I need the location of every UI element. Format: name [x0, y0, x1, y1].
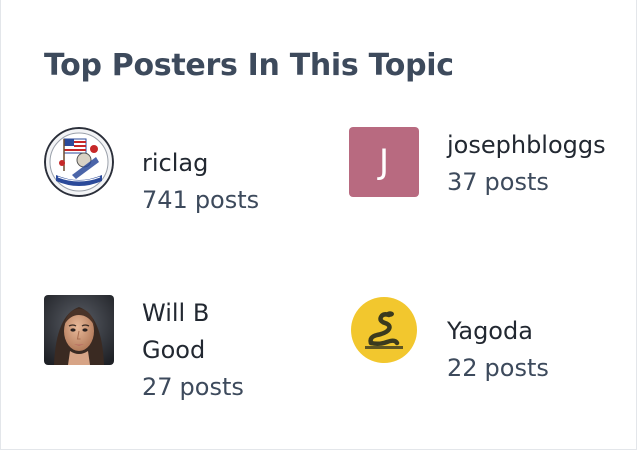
poster-post-count: 27 posts [142, 369, 262, 406]
post-count-unit: posts [179, 373, 244, 401]
poster-username-link[interactable]: riclag [142, 145, 302, 182]
widget-title: Top Posters In This Topic [44, 48, 454, 83]
poster-username-link[interactable]: josephbloggs [447, 127, 607, 164]
poster-post-count: 741 posts [142, 182, 302, 219]
poster-post-count: 22 posts [447, 350, 607, 387]
letter-avatar[interactable]: J [349, 127, 419, 197]
poster-username-link[interactable]: Yagoda [447, 313, 607, 350]
poster-info: josephbloggs 37 posts [447, 127, 607, 201]
post-count-unit: posts [484, 168, 549, 196]
post-count-unit: posts [194, 186, 260, 214]
post-count-number: 27 [142, 373, 173, 401]
post-count-number: 741 [142, 186, 188, 214]
post-count-unit: posts [484, 354, 549, 382]
poster-info: Yagoda 22 posts [447, 313, 607, 387]
post-count-number: 37 [447, 168, 478, 196]
gadsden-flag-avatar[interactable] [349, 295, 419, 365]
avatar-letter: J [378, 142, 390, 182]
poster-post-count: 37 posts [447, 164, 607, 201]
poster-username-link[interactable]: Will B Good [142, 295, 262, 369]
poster-info: Will B Good 27 posts [142, 295, 262, 406]
portrait-photo-avatar[interactable] [44, 295, 114, 365]
post-count-number: 22 [447, 354, 478, 382]
poster-info: riclag 741 posts [142, 145, 302, 219]
top-posters-widget: Top Posters In This Topic riclag 741 pos… [0, 0, 637, 450]
patriot-badge-avatar[interactable] [44, 127, 114, 197]
